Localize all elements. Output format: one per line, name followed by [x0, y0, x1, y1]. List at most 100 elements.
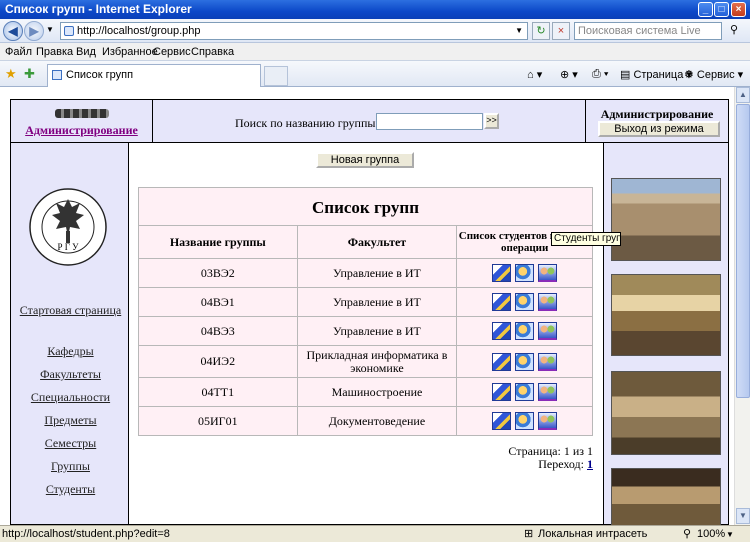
window-titlebar: Список групп - Internet Explorer _ □ ×	[0, 0, 750, 19]
back-button[interactable]: ◀	[3, 21, 23, 41]
window-title: Список групп - Internet Explorer	[5, 2, 192, 16]
group-name-cell: 05ИГ01	[138, 406, 298, 436]
main-content: Новая группа Список групп Название групп…	[129, 143, 603, 525]
zoom-level[interactable]: 100%	[697, 527, 725, 542]
sidebar: Р Г У Стартовая страница Кафедры Факульт…	[10, 143, 129, 525]
print-icon[interactable]: ⎙ ▾	[592, 68, 608, 81]
view-icon[interactable]	[515, 412, 535, 430]
zone-label: Локальная интрасеть	[538, 528, 648, 540]
operations-cell	[456, 377, 593, 407]
search-submit-button[interactable]: >>	[484, 113, 499, 129]
url-dropdown-icon[interactable]: ▼	[515, 23, 523, 39]
scroll-thumb[interactable]	[736, 104, 750, 398]
menu-help[interactable]: Справка	[191, 46, 234, 58]
edit-icon[interactable]	[492, 322, 512, 340]
group-name-cell: 04ТТ1	[138, 377, 298, 407]
page-icon	[64, 26, 74, 36]
favorites-star-icon[interactable]: ★	[5, 66, 17, 82]
operations-cell	[456, 316, 593, 346]
view-icon[interactable]	[515, 293, 535, 311]
group-name-cell: 04ИЭ2	[138, 345, 298, 378]
group-name-cell: 03ВЭ2	[138, 258, 298, 288]
forward-button[interactable]: ▶	[24, 21, 44, 41]
view-icon[interactable]	[515, 383, 535, 401]
scroll-up-icon[interactable]: ▲	[736, 87, 750, 103]
url-field[interactable]: http://localhost/group.php ▼	[60, 22, 528, 40]
admin-title: Администрирование	[600, 107, 714, 121]
new-group-button[interactable]: Новая группа	[316, 152, 414, 168]
students-icon[interactable]	[538, 264, 558, 282]
sidebar-item-specialties[interactable]: Специальности	[11, 390, 130, 405]
page-menu[interactable]: ▤ Страница ▾	[620, 68, 692, 81]
menu-view[interactable]: Вид	[76, 46, 96, 58]
menu-favorites[interactable]: Избранное	[102, 46, 158, 58]
table-row: 04ТТ1 Машиностроение	[138, 377, 593, 407]
column-header-name: Название группы	[138, 225, 298, 259]
students-icon[interactable]	[538, 322, 558, 340]
students-icon[interactable]	[538, 293, 558, 311]
group-name-cell: 04ВЭ1	[138, 287, 298, 317]
status-bar: http://localhost/student.php?edit=8 ⊞ Ло…	[0, 525, 750, 542]
url-text: http://localhost/group.php	[77, 25, 201, 37]
status-url: http://localhost/student.php?edit=8	[2, 528, 170, 540]
sidebar-item-faculties[interactable]: Факультеты	[11, 367, 130, 382]
sidebar-item-home[interactable]: Стартовая страница	[11, 303, 130, 318]
feeds-icon[interactable]: ⊕ ▾	[560, 68, 578, 81]
sidebar-item-departments[interactable]: Кафедры	[11, 344, 130, 359]
add-favorites-icon[interactable]: ✚	[24, 66, 35, 82]
new-tab-button[interactable]	[264, 66, 288, 86]
edit-icon[interactable]	[492, 412, 512, 430]
menu-file[interactable]: Файл	[5, 46, 32, 58]
search-engine-field[interactable]: Поисковая система Live	[574, 22, 722, 40]
menu-edit[interactable]: Правка	[36, 46, 73, 58]
entrance-photo	[611, 468, 721, 525]
right-photo-bar	[603, 143, 729, 525]
operations-cell	[456, 258, 593, 288]
scroll-down-icon[interactable]: ▼	[736, 508, 750, 524]
students-icon[interactable]	[538, 383, 558, 401]
sidebar-item-groups[interactable]: Группы	[11, 459, 130, 474]
edit-icon[interactable]	[492, 352, 512, 371]
minimize-button[interactable]: _	[698, 2, 713, 17]
table-row: 05ИГ01 Документоведение	[138, 406, 593, 436]
tools-menu-label: Сервис	[696, 69, 735, 81]
view-icon[interactable]	[515, 322, 535, 340]
view-icon[interactable]	[515, 264, 535, 282]
refresh-icon[interactable]: ↻	[532, 22, 550, 40]
view-icon[interactable]	[515, 352, 535, 371]
pager: Страница: 1 из 1 Переход: 1	[508, 445, 593, 471]
students-icon[interactable]	[538, 412, 558, 430]
zoom-icon[interactable]: ⚲	[683, 527, 691, 542]
vertical-scrollbar[interactable]: ▲ ▼	[734, 87, 750, 525]
search-icon[interactable]: ⚲	[725, 22, 743, 40]
faculty-cell: Машиностроение	[296, 377, 458, 407]
edit-icon[interactable]	[492, 264, 512, 282]
tab-group-list[interactable]: Список групп	[47, 64, 261, 87]
page-menu-icon: ▤	[620, 69, 634, 81]
zoom-dropdown-icon[interactable]: ▼	[726, 527, 734, 542]
university-seal-icon: Р Г У	[29, 188, 107, 266]
sidebar-item-semesters[interactable]: Семестры	[11, 436, 130, 451]
sidebar-item-students[interactable]: Студенты	[11, 482, 130, 497]
page-link-1[interactable]: 1	[587, 457, 593, 471]
students-icon[interactable]	[538, 352, 558, 371]
header-admin-cell: Администрирование	[10, 99, 153, 143]
admin-link[interactable]: Администрирование	[11, 123, 152, 138]
home-icon[interactable]: ⌂ ▾	[527, 68, 542, 81]
table-row: 04ВЭ3 Управление в ИТ	[138, 316, 593, 346]
sidebar-item-subjects[interactable]: Предметы	[11, 413, 130, 428]
group-search-input[interactable]	[376, 113, 483, 130]
menu-tools[interactable]: Сервис	[153, 46, 191, 58]
exit-mode-button[interactable]: Выход из режима	[598, 121, 720, 137]
table-row: 03ВЭ2 Управление в ИТ	[138, 258, 593, 288]
close-button[interactable]: ×	[731, 2, 746, 17]
maximize-button[interactable]: □	[714, 2, 729, 17]
history-dropdown-icon[interactable]: ▼	[46, 25, 54, 34]
edit-icon[interactable]	[492, 383, 512, 401]
museum-hall-photo	[611, 371, 721, 455]
stop-icon[interactable]: ×	[552, 22, 570, 40]
edit-icon[interactable]	[492, 293, 512, 311]
tools-menu[interactable]: ⚙ Сервис ▾	[684, 68, 743, 81]
faculty-cell: Прикладная информатика в экономике	[296, 345, 458, 378]
seal-letters: Р Г У	[57, 242, 79, 252]
